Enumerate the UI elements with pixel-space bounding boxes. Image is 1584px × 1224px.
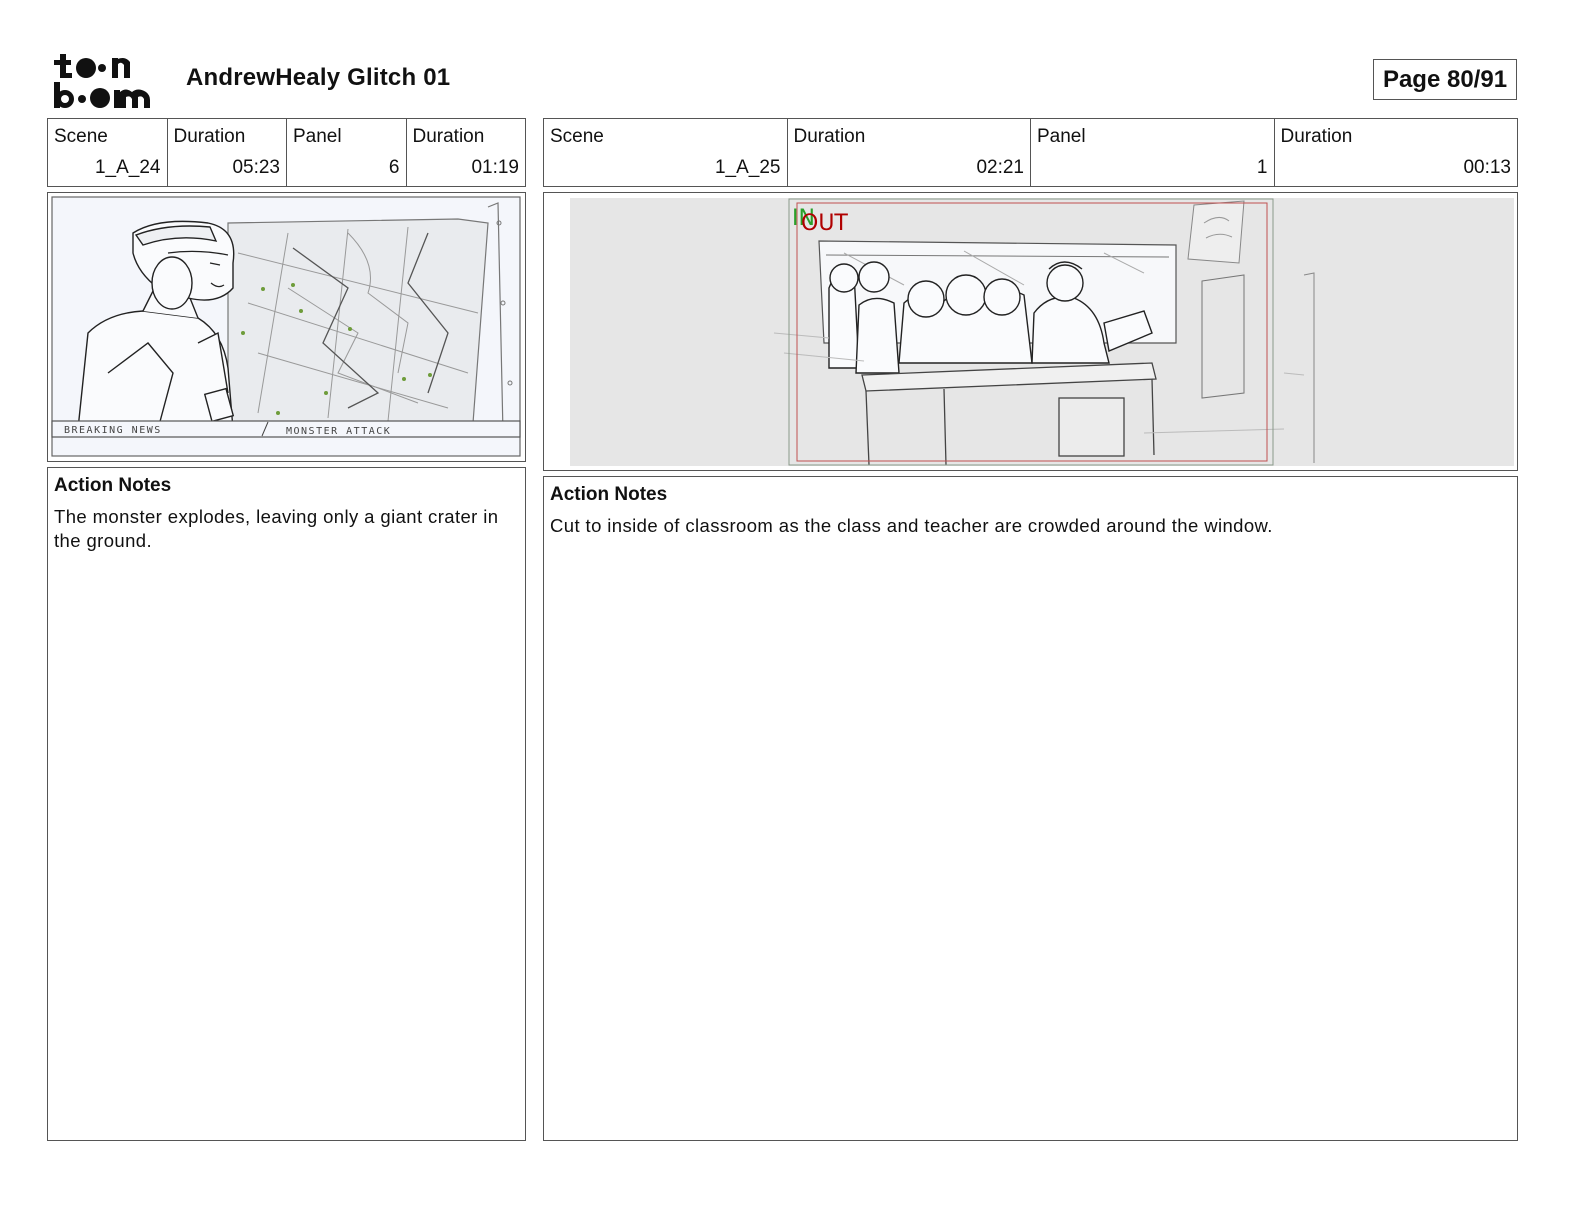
sketch-ticker-text: MONSTER ATTACK [286, 426, 391, 437]
scene-label: Scene [550, 126, 604, 147]
panel-info-right: Scene 1_A_25 Duration 02:21 Panel 1 Dura… [543, 118, 1518, 187]
panel-duration-cell: Duration 01:19 [407, 119, 526, 186]
panel-duration-label: Duration [1280, 126, 1353, 147]
toon-boom-logo [52, 52, 162, 110]
out-marker: OUT [801, 211, 848, 236]
panel-cell: Panel 6 [287, 119, 407, 186]
classroom-sketch: IN OUT [570, 198, 1514, 466]
panel-duration-value: 01:19 [471, 157, 519, 178]
sketch-ticker-text: BREAKING NEWS [64, 425, 162, 436]
action-notes-left: Action Notes The monster explodes, leavi… [47, 467, 526, 1141]
notes-text: Cut to inside of classroom as the class … [550, 515, 1273, 536]
panel-duration-label: Duration [412, 126, 485, 147]
notes-heading: Action Notes [54, 475, 172, 496]
project-title: AndrewHealy Glitch 01 [186, 64, 451, 91]
panel-value: 1 [1256, 157, 1268, 178]
panel-label: Panel [293, 126, 342, 147]
panel-value: 6 [388, 157, 400, 178]
scene-cell: Scene 1_A_24 [48, 119, 168, 186]
scene-duration-label: Duration [173, 126, 246, 147]
panel-sketch-left: BREAKING NEWS MONSTER ATTACK [47, 192, 526, 462]
panel-sketch-right: IN OUT [543, 192, 1518, 471]
panel-duration-value: 00:13 [1463, 157, 1511, 178]
scene-duration-value: 02:21 [976, 157, 1024, 178]
newsroom-sketch: BREAKING NEWS MONSTER ATTACK [51, 196, 521, 457]
action-notes-right: Action Notes Cut to inside of classroom … [543, 476, 1518, 1141]
notes-text: The monster explodes, leaving only a gia… [54, 506, 499, 551]
panel-label: Panel [1037, 126, 1086, 147]
notes-heading: Action Notes [550, 484, 668, 505]
panel-cell: Panel 1 [1031, 119, 1275, 186]
scene-duration-cell: Duration 02:21 [788, 119, 1031, 186]
scene-cell: Scene 1_A_25 [544, 119, 788, 186]
scene-duration-cell: Duration 05:23 [168, 119, 287, 186]
panel-duration-cell: Duration 00:13 [1275, 119, 1518, 186]
panel-info-left: Scene 1_A_24 Duration 05:23 Panel 6 Dura… [47, 118, 526, 187]
scene-duration-label: Duration [793, 126, 866, 147]
page-number: Page 80/91 [1373, 59, 1517, 100]
scene-duration-value: 05:23 [232, 157, 280, 178]
scene-label: Scene [54, 126, 108, 147]
scene-value: 1_A_25 [714, 157, 781, 178]
scene-value: 1_A_24 [94, 157, 161, 178]
